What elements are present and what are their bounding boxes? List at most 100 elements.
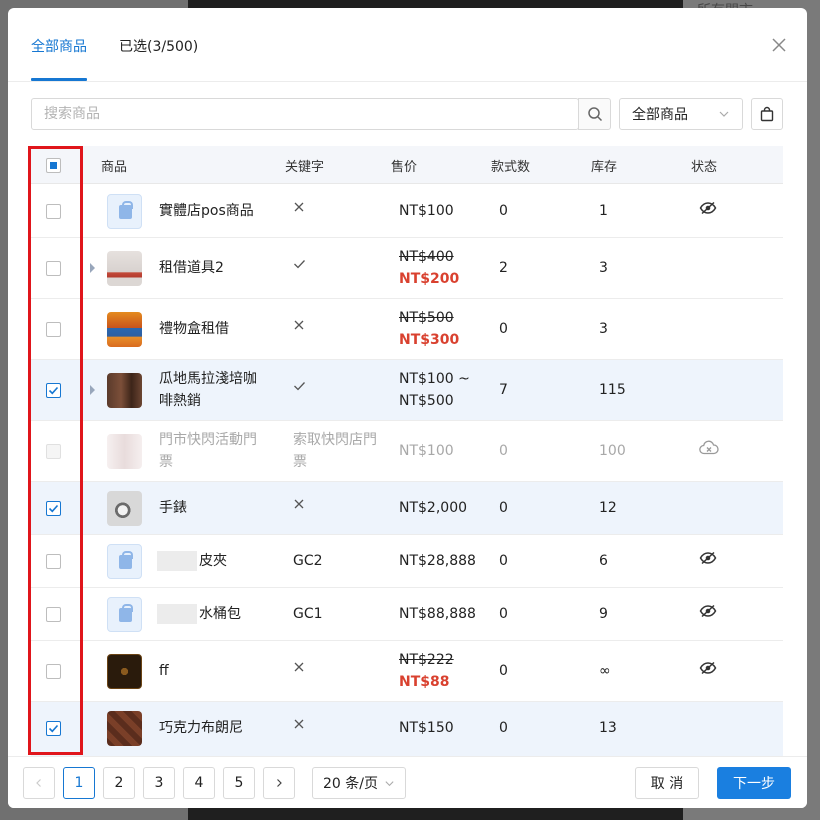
- price: NT$150: [399, 720, 454, 736]
- status-cell: [699, 200, 717, 222]
- keyword-text: GC2: [293, 553, 323, 569]
- keyword-cell: [293, 495, 388, 517]
- keyword-text: 索取快閃店門票: [293, 432, 377, 470]
- tab-bar: 全部商品 已选(3/500): [8, 8, 807, 82]
- column-header-styles: 款式数: [491, 160, 531, 175]
- tab-all-products[interactable]: 全部商品: [31, 36, 87, 56]
- price-cell: NT$222 NT$88: [399, 649, 454, 693]
- column-header-status: 状态: [691, 160, 718, 175]
- styles-count: 0: [499, 553, 508, 569]
- eye-hidden-icon: [699, 661, 717, 675]
- prev-page-button[interactable]: [23, 767, 55, 799]
- table-row[interactable]: 瓜地馬拉淺培咖啡熱銷 NT$100 ~ NT$500 7 115: [31, 360, 783, 421]
- next-step-button[interactable]: 下一步: [717, 767, 791, 799]
- status-cell: [699, 603, 717, 625]
- column-header-stock: 库存: [591, 160, 618, 175]
- row-checkbox[interactable]: [46, 322, 61, 337]
- expand-caret-icon[interactable]: [90, 385, 95, 395]
- status-cell: [699, 440, 719, 463]
- stock-count: 115: [599, 382, 626, 398]
- keyword-cell: [293, 316, 388, 338]
- stock-count: 12: [599, 500, 617, 516]
- filter-selected-value: 全部商品: [632, 107, 688, 123]
- cross-icon: [294, 719, 304, 729]
- chevron-down-icon: [385, 780, 394, 786]
- search-input[interactable]: [31, 98, 579, 130]
- cross-icon: [294, 662, 304, 672]
- table-row[interactable]: 水桶包 GC1 NT$88,888 0 9: [31, 588, 783, 641]
- search-button[interactable]: [578, 98, 611, 130]
- eye-hidden-icon: [699, 604, 717, 618]
- row-checkbox[interactable]: [46, 607, 61, 622]
- page-button-4[interactable]: 4: [183, 767, 215, 799]
- row-checkbox[interactable]: [46, 721, 61, 736]
- product-image: [107, 491, 142, 526]
- next-page-button[interactable]: [263, 767, 295, 799]
- product-image: [107, 434, 142, 469]
- close-button[interactable]: [768, 34, 790, 56]
- product-image: [107, 654, 142, 689]
- row-checkbox[interactable]: [46, 383, 61, 398]
- product-image: [107, 711, 142, 746]
- row-checkbox[interactable]: [46, 554, 61, 569]
- cross-icon: [294, 320, 304, 330]
- styles-count: 0: [499, 321, 508, 337]
- price-range: NT$100 ~ NT$500: [399, 371, 470, 409]
- row-checkbox-disabled: [46, 444, 61, 459]
- table-row[interactable]: 手錶 NT$2,000 0 12: [31, 482, 783, 535]
- stock-count: 6: [599, 553, 608, 569]
- price: NT$2,000: [399, 500, 468, 516]
- page-button-1[interactable]: 1: [63, 767, 95, 799]
- product-filter-select[interactable]: 全部商品: [619, 98, 743, 130]
- page-button-3[interactable]: 3: [143, 767, 175, 799]
- shopping-bag-button[interactable]: [751, 98, 783, 130]
- page-button-2[interactable]: 2: [103, 767, 135, 799]
- table-row[interactable]: 巧克力布朗尼 NT$150 0 13: [31, 702, 783, 756]
- table-header: 商品 关键字 售价 款式数 库存 状态: [31, 146, 783, 184]
- table-row[interactable]: ff NT$222 NT$88 0 ∞: [31, 641, 783, 702]
- check-icon: [294, 382, 305, 391]
- eye-hidden-icon: [699, 551, 717, 565]
- table-row[interactable]: 皮夾 GC2 NT$28,888 0 6: [31, 535, 783, 588]
- sale-price: NT$300: [399, 332, 460, 348]
- styles-count: 0: [499, 443, 508, 459]
- table-row[interactable]: 租借道具2 NT$400 NT$200 2 3: [31, 238, 783, 299]
- select-all-checkbox[interactable]: [46, 158, 61, 173]
- product-placeholder-image: [107, 544, 142, 579]
- product-placeholder-image: [107, 194, 142, 229]
- keyword-cell: [293, 715, 388, 737]
- row-checkbox[interactable]: [46, 664, 61, 679]
- sale-price: NT$200: [399, 271, 460, 287]
- close-icon: [772, 38, 786, 52]
- styles-count: 7: [499, 382, 508, 398]
- expand-caret-icon[interactable]: [90, 263, 95, 273]
- eye-hidden-icon: [699, 201, 717, 215]
- chevron-down-icon: [719, 111, 729, 117]
- row-checkbox[interactable]: [46, 204, 61, 219]
- stock-count: 100: [599, 443, 626, 459]
- tab-selected[interactable]: 已选(3/500): [119, 36, 198, 56]
- cross-icon: [294, 499, 304, 509]
- product-name-cell: 水桶包: [157, 603, 267, 625]
- product-name: 門市快閃活動門票: [159, 432, 257, 470]
- product-placeholder-image: [107, 597, 142, 632]
- stock-count: 3: [599, 321, 608, 337]
- cancel-button[interactable]: 取 消: [635, 767, 699, 799]
- table-row[interactable]: 禮物盒租借 NT$500 NT$300 0 3: [31, 299, 783, 360]
- product-name: 瓜地馬拉淺培咖啡熱銷: [159, 371, 257, 409]
- price: NT$100: [399, 443, 454, 459]
- stock-count: 1: [599, 203, 608, 219]
- active-tab-indicator: [31, 78, 87, 81]
- cross-icon: [294, 202, 304, 212]
- product-image: [107, 251, 142, 286]
- row-checkbox[interactable]: [46, 501, 61, 516]
- styles-count: 0: [499, 203, 508, 219]
- product-name: 禮物盒租借: [159, 321, 229, 337]
- table-row[interactable]: 實體店pos商品 NT$100 0 1: [31, 185, 783, 238]
- page-button-5[interactable]: 5: [223, 767, 255, 799]
- row-checkbox[interactable]: [46, 261, 61, 276]
- check-icon: [48, 724, 59, 733]
- cloud-cross-icon: [699, 440, 719, 455]
- price: NT$28,888: [399, 553, 476, 569]
- page-size-select[interactable]: 20 条/页: [312, 767, 406, 799]
